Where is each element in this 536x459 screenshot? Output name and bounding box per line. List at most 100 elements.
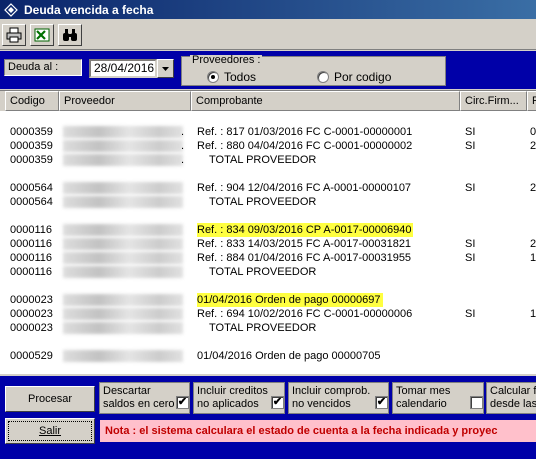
header-proveedor[interactable]: Proveedor <box>59 91 191 111</box>
cell-f: 2 <box>530 182 536 194</box>
table-row[interactable]: 0000116 TOTAL PROVEEDOR <box>0 265 536 279</box>
cell-circ-firm: SI <box>465 308 476 320</box>
cell-codigo: 0000564 <box>10 196 53 208</box>
option-incluir-creditos-line2: no aplicados <box>197 398 259 410</box>
table-row[interactable]: 0000023 TOTAL PROVEEDOR <box>0 321 536 335</box>
table-row[interactable]: 0000564 Ref. : 904 12/04/2016 FC A-0001-0… <box>0 181 536 195</box>
cell-comprobante: TOTAL PROVEEDOR <box>209 154 317 166</box>
cell-proveedor-redacted <box>63 224 183 236</box>
cell-proveedor-redacted <box>63 350 183 362</box>
radio-codigo-label: Por codigo <box>334 70 392 84</box>
cell-f: 1 <box>530 252 536 264</box>
cell-codigo: 0000564 <box>10 182 53 194</box>
toolbar <box>0 19 536 50</box>
option-tomar-mes-line2: calendario <box>396 398 447 410</box>
window-title: Deuda vencida a fecha <box>24 2 154 17</box>
cell-proveedor-redacted <box>63 308 183 320</box>
salir-button[interactable]: Salir <box>5 418 95 444</box>
print-button[interactable] <box>2 24 26 46</box>
checkbox-tomar-mes[interactable] <box>470 396 483 409</box>
title-bar[interactable]: Deuda vencida a fecha <box>0 0 536 19</box>
cell-codigo: 0000023 <box>10 294 53 306</box>
binoculars-icon <box>63 29 77 41</box>
cell-codigo: 0000116 <box>10 266 53 278</box>
option-tomar-mes[interactable]: Tomar mes calendario <box>392 382 484 414</box>
cell-circ-firm: SI <box>465 182 476 194</box>
proveedores-group: Proveedores : Todos Por codigo <box>181 54 446 86</box>
header-circ-firm[interactable]: Circ.Firm... <box>460 91 527 111</box>
cell-f: 2 <box>530 238 536 250</box>
option-descartar[interactable]: Descartar saldos en cero ✔ <box>99 382 190 414</box>
radio-todos[interactable]: Todos <box>207 70 256 84</box>
cell-comprobante: Ref. : 880 04/04/2016 FC C-0001-00000002 <box>197 140 413 152</box>
cell-comprobante: TOTAL PROVEEDOR <box>209 266 317 278</box>
cell-proveedor-dot: . <box>181 154 185 166</box>
cell-comprobante: Ref. : 817 01/03/2016 FC C-0001-00000001 <box>197 126 413 138</box>
option-calcular-fecha-line1: Calcular fe <box>490 385 536 397</box>
table-row[interactable]: 0000023 01/04/2016 Orden de pago 00000697 <box>0 293 536 307</box>
table-row[interactable]: 0000529 01/04/2016 Orden de pago 00000705 <box>0 349 536 363</box>
cell-comprobante: Ref. : 694 10/02/2016 FC C-0001-00000006 <box>197 308 413 320</box>
header-f[interactable]: F <box>527 91 536 111</box>
cell-proveedor-redacted <box>63 154 183 166</box>
table-row[interactable]: 0000116 Ref. : 834 09/03/2016 CP A-0017-0… <box>0 223 536 237</box>
option-incluir-creditos[interactable]: Incluir creditos no aplicados ✔ <box>193 382 285 414</box>
cell-codigo: 0000116 <box>10 224 53 236</box>
cell-comprobante: TOTAL PROVEEDOR <box>209 322 317 334</box>
date-dropdown-button[interactable] <box>157 59 174 78</box>
cell-comprobante: 01/04/2016 Orden de pago 00000705 <box>197 350 381 362</box>
cell-comprobante: Ref. : 884 01/04/2016 FC A-0017-00031955 <box>197 252 412 264</box>
checkbox-incluir-creditos[interactable]: ✔ <box>271 396 284 409</box>
diamond-app-icon <box>4 2 18 17</box>
cell-codigo: 0000116 <box>10 238 53 250</box>
cell-codigo: 0000023 <box>10 308 53 320</box>
table-row[interactable]: 0000359. Ref. : 817 01/03/2016 FC C-0001-… <box>0 125 536 139</box>
excel-icon <box>34 28 50 42</box>
proveedores-legend: Proveedores : <box>190 54 263 66</box>
cell-comprobante: TOTAL PROVEEDOR <box>209 196 317 208</box>
table-row[interactable]: 0000116 Ref. : 884 01/04/2016 FC A-0017-0… <box>0 251 536 265</box>
table-row[interactable]: 0000359. Ref. : 880 04/04/2016 FC C-0001-… <box>0 139 536 153</box>
cell-proveedor-redacted <box>63 322 183 334</box>
option-incluir-comprob-line2: no vencidos <box>292 398 351 410</box>
option-tomar-mes-line1: Tomar mes <box>396 385 451 397</box>
cell-proveedor-redacted <box>63 126 183 138</box>
cell-comprobante: Ref. : 833 14/03/2015 FC A-0017-00031821 <box>197 238 412 250</box>
checkbox-incluir-comprob[interactable]: ✔ <box>375 396 388 409</box>
table-row[interactable]: 0000564 TOTAL PROVEEDOR <box>0 195 536 209</box>
cell-comprobante: 01/04/2016 Orden de pago 00000697 <box>197 293 383 307</box>
export-excel-button[interactable] <box>30 24 54 46</box>
checkbox-descartar[interactable]: ✔ <box>176 396 189 409</box>
cell-codigo: 0000529 <box>10 350 53 362</box>
cell-circ-firm: SI <box>465 252 476 264</box>
cell-circ-firm: SI <box>465 126 476 138</box>
table-row[interactable]: 0000359. TOTAL PROVEEDOR <box>0 153 536 167</box>
procesar-button[interactable]: Procesar <box>5 386 95 412</box>
bottom-panel: Procesar Salir Descartar saldos en cero … <box>0 376 536 459</box>
cell-codigo: 0000023 <box>10 322 53 334</box>
cell-proveedor-redacted <box>63 252 183 264</box>
header-codigo[interactable]: Codigo <box>5 91 59 111</box>
filter-bar: Deuda al : 28/04/2016 Proveedores : Todo… <box>0 51 536 89</box>
search-button[interactable] <box>58 24 82 46</box>
cell-circ-firm: SI <box>465 238 476 250</box>
table-row[interactable]: 0000116 Ref. : 833 14/03/2015 FC A-0017-0… <box>0 237 536 251</box>
header-comprobante[interactable]: Comprobante <box>191 91 460 111</box>
cell-f: 1 <box>530 308 536 320</box>
date-input[interactable]: 28/04/2016 <box>89 59 157 78</box>
option-calcular-fecha[interactable]: Calcular fe desde las <box>486 382 536 414</box>
option-descartar-line2: saldos en cero <box>103 398 175 410</box>
option-incluir-comprob[interactable]: Incluir comprob. no vencidos ✔ <box>288 382 389 414</box>
option-descartar-line1: Descartar <box>103 385 151 397</box>
radio-checked-icon <box>207 71 219 83</box>
results-grid[interactable]: Codigo Proveedor Comprobante Circ.Firm..… <box>0 90 536 374</box>
cell-proveedor-redacted <box>63 182 183 194</box>
cell-f: 2 <box>530 140 536 152</box>
cell-proveedor-dot: . <box>181 126 185 138</box>
radio-por-codigo[interactable]: Por codigo <box>317 70 391 84</box>
cell-comprobante: Ref. : 834 09/03/2016 CP A-0017-00006940 <box>197 223 414 237</box>
cell-comprobante: Ref. : 904 12/04/2016 FC A-0001-00000107 <box>197 182 412 194</box>
table-row[interactable]: 0000023 Ref. : 694 10/02/2016 FC C-0001-0… <box>0 307 536 321</box>
option-incluir-creditos-line1: Incluir creditos <box>197 385 268 397</box>
nota-message: Nota : el sistema calculara el estado de… <box>100 420 536 442</box>
